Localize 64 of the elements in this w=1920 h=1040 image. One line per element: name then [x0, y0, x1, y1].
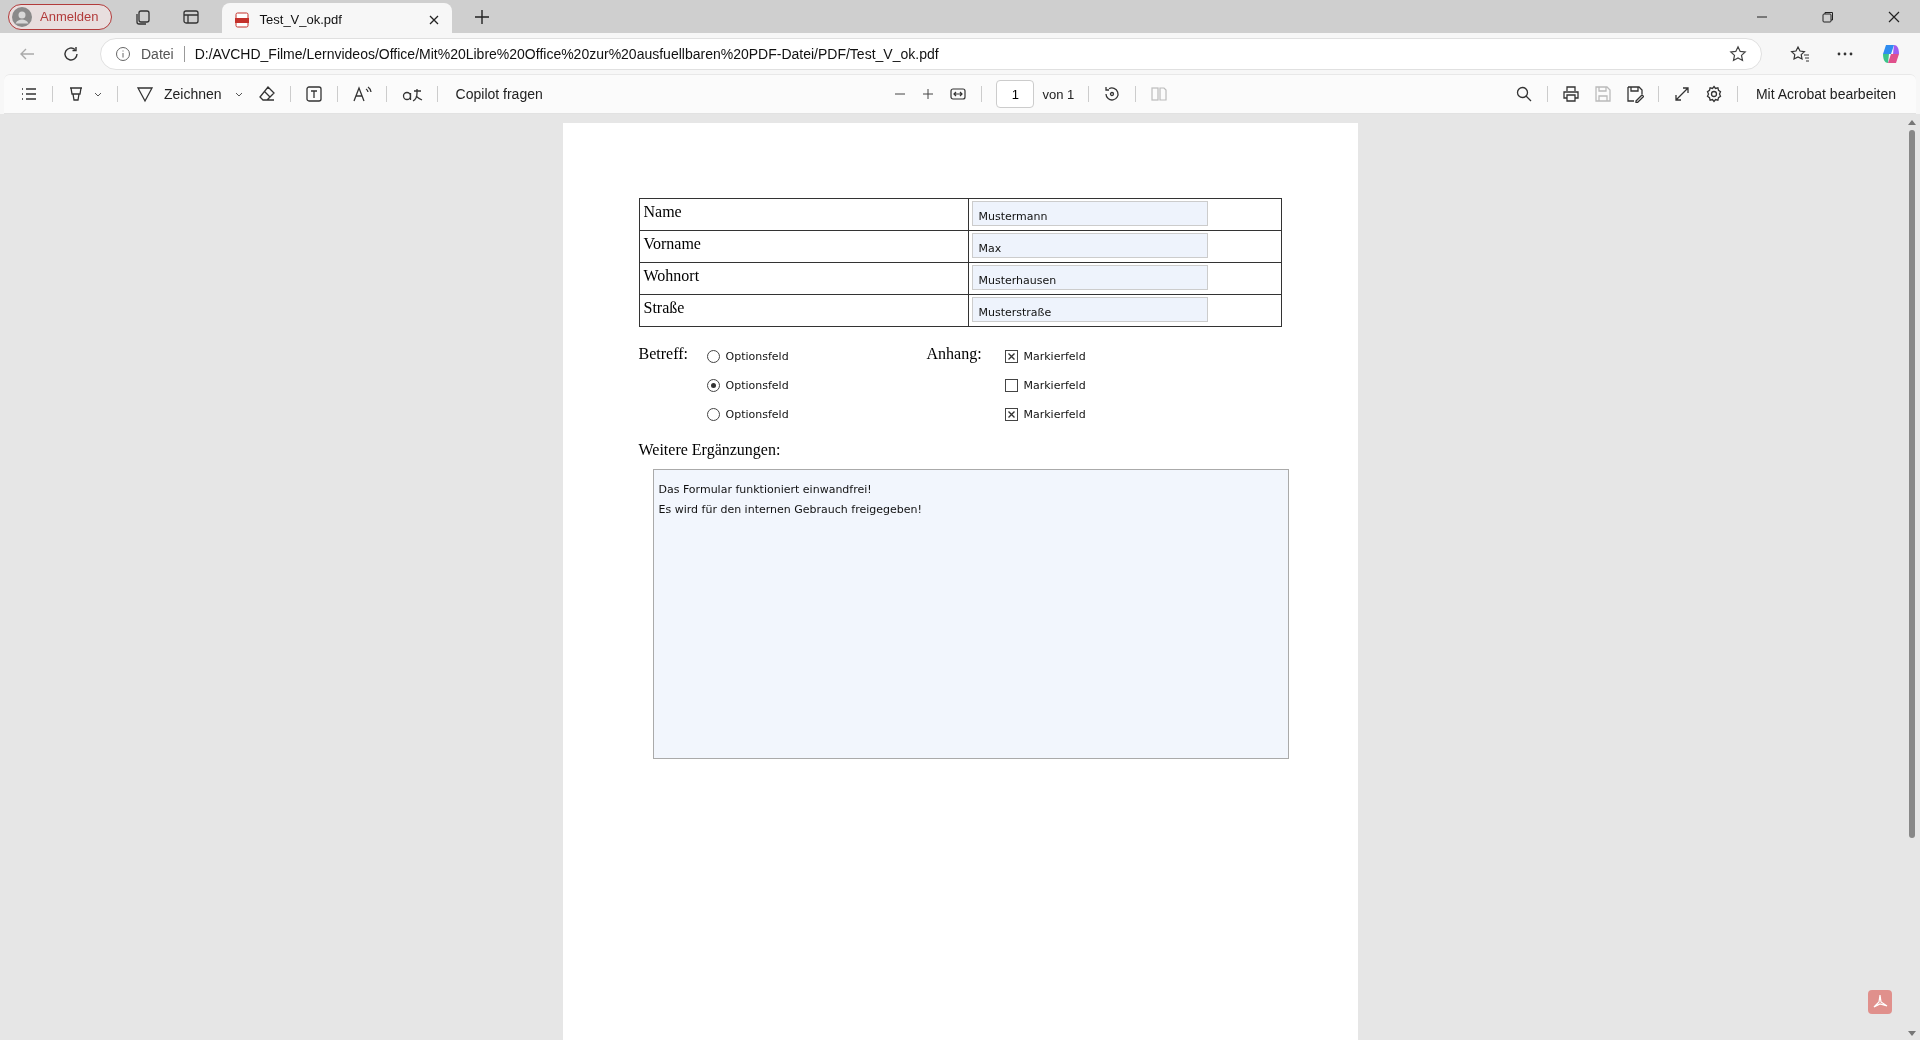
scheme-label: Datei	[141, 45, 174, 62]
notes-text-area[interactable]: Das Formular funktioniert einwandfrei! Es wird für den internen Gebrauch freigegeben!	[652, 469, 1289, 759]
edit-in-acrobat-button[interactable]: Mit Acrobat bearbeiten	[1751, 82, 1900, 106]
settings-icon[interactable]	[1704, 85, 1723, 103]
text-field[interactable]: Musterhausen	[971, 265, 1208, 290]
pen-icon	[136, 85, 154, 103]
draw-button[interactable]: Zeichnen	[132, 81, 226, 107]
checkbox[interactable]	[1004, 349, 1018, 363]
printer-icon[interactable]	[1561, 85, 1580, 103]
address-bar[interactable]: Datei D:/AVCHD_Filme/Lernvideos/Office/Mit%20Libre%20Office%20zur%20ausfuellbaren%20PDF-Datei/PDF/Test_V_ok.pdf	[100, 37, 1762, 70]
field-label: Straße	[639, 295, 969, 326]
scrollbar[interactable]	[1906, 118, 1918, 1038]
pdf-file-icon	[233, 11, 250, 28]
notes-line: Das Formular funktioniert einwandfrei!	[658, 482, 873, 498]
search-icon[interactable]	[1514, 85, 1533, 103]
list-icon[interactable]	[20, 85, 38, 103]
scroll-thumb[interactable]	[1909, 130, 1915, 838]
subject-label: Betreff:	[638, 345, 689, 364]
field-label: Vorname	[639, 231, 969, 262]
expand-icon[interactable]	[1672, 85, 1691, 103]
star-icon[interactable]	[1729, 44, 1747, 63]
copilot-button[interactable]: Copilot fragen	[451, 82, 547, 106]
checkbox[interactable]	[1004, 407, 1018, 421]
info-icon	[115, 45, 131, 62]
url-text: D:/AVCHD_Filme/Lernvideos/Office/Mit%20Libre%20Office%20zur%20ausfuellbaren%20PDF-Datei/PDF/Test_V_ok.pdf	[194, 45, 939, 62]
favorites-icon[interactable]	[1790, 44, 1810, 63]
text-field[interactable]: Musterstraße	[971, 297, 1208, 322]
text-field[interactable]: Mustermann	[971, 201, 1208, 226]
scroll-up-icon[interactable]	[1907, 118, 1917, 126]
tab-title: Test_V_ok.pdf	[259, 12, 343, 27]
page-number-field[interactable]: 1	[996, 80, 1035, 108]
highlighter-icon[interactable]	[67, 85, 85, 103]
profile-button[interactable]: Anmelden	[8, 3, 112, 30]
rotate-icon[interactable]	[1103, 85, 1122, 103]
reload-icon[interactable]	[62, 44, 80, 63]
fit-width-icon[interactable]	[949, 85, 968, 103]
radio-label: Optionsfeld	[725, 407, 789, 421]
close-icon[interactable]	[1888, 10, 1900, 23]
person-icon	[12, 6, 32, 27]
field-label: Wohnort	[639, 263, 969, 294]
page-total: von 1	[1042, 86, 1075, 102]
read-aloud-icon[interactable]	[351, 85, 372, 103]
text-box-icon[interactable]	[304, 85, 323, 103]
checkbox-label: Markierfeld	[1023, 378, 1086, 392]
restore-icon[interactable]	[1822, 10, 1834, 23]
eraser-icon[interactable]	[257, 85, 276, 103]
attachment-label: Anhang:	[926, 345, 983, 365]
radio-label: Optionsfeld	[725, 349, 789, 363]
close-icon[interactable]	[427, 13, 440, 26]
colorful-logo-icon[interactable]	[1880, 42, 1902, 65]
new-tab-icon[interactable]	[473, 8, 490, 25]
checkbox[interactable]	[1004, 378, 1018, 392]
collections-icon[interactable]	[133, 7, 152, 26]
checkbox-label: Markierfeld	[1023, 349, 1086, 363]
field-label: Name	[639, 199, 969, 230]
notes-label: Weitere Ergänzungen:	[638, 441, 782, 459]
checkbox-label: Markierfeld	[1023, 407, 1086, 421]
sidebar-window-icon[interactable]	[181, 7, 200, 26]
text-field[interactable]: Max	[971, 233, 1208, 258]
save-as-icon[interactable]	[1625, 85, 1644, 103]
notes-line: Es wird für den internen Gebrauch freigegeben!	[658, 502, 923, 518]
scroll-down-icon[interactable]	[1907, 1030, 1917, 1038]
radio-label: Optionsfeld	[725, 378, 789, 392]
plus-icon[interactable]	[921, 87, 936, 101]
